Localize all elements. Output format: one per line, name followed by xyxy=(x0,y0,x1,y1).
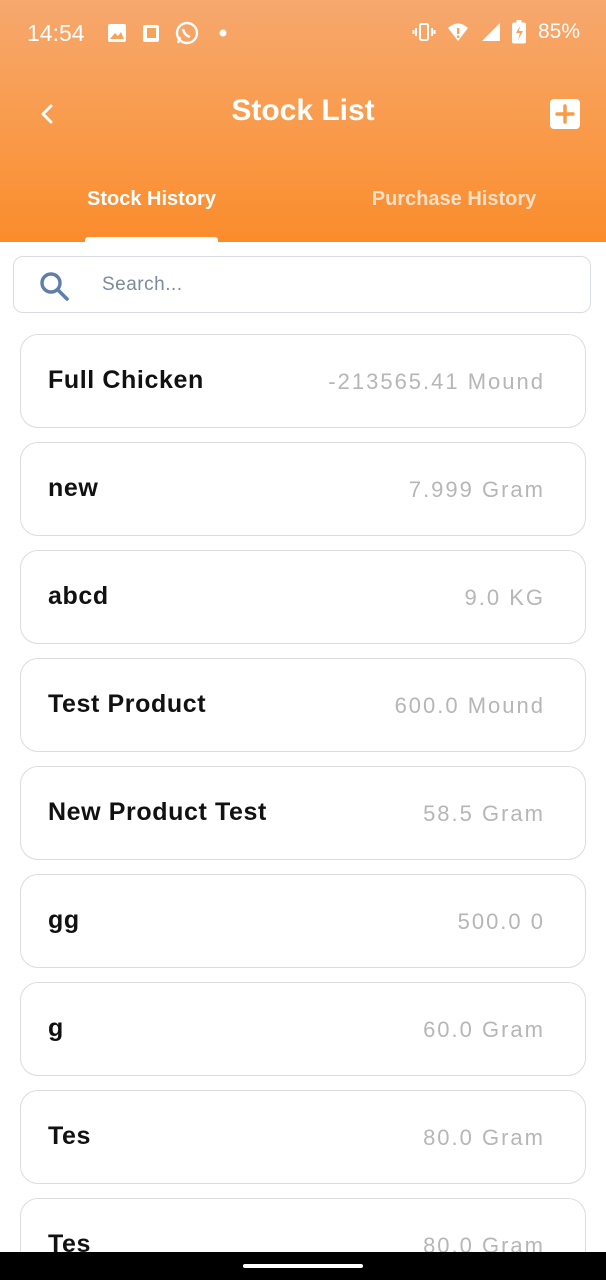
stock-list: Full Chicken -213565.41 Mound new 7.999 … xyxy=(20,334,586,1252)
stock-card[interactable]: Tes 80.0 Gram xyxy=(20,1090,586,1184)
search-input[interactable] xyxy=(100,267,574,303)
image-icon xyxy=(108,24,126,42)
clipboard-icon xyxy=(143,25,159,42)
dot-icon xyxy=(219,29,227,37)
status-bar: 14:54 85% xyxy=(0,0,606,70)
status-time: 14:54 xyxy=(27,20,85,46)
stock-item-name: gg xyxy=(48,906,80,934)
stock-card[interactable]: Tes 80.0 Gram xyxy=(20,1198,586,1252)
tab-purchase-history[interactable]: Purchase History xyxy=(362,188,546,211)
stock-item-quantity: 80.0 Gram xyxy=(423,1125,545,1150)
stock-item-quantity: 500.0 0 xyxy=(457,909,545,934)
stock-card[interactable]: g 60.0 Gram xyxy=(20,982,586,1076)
whatsapp-icon xyxy=(175,21,199,45)
stock-item-name: Tes xyxy=(48,1230,92,1252)
stock-card[interactable]: New Product Test 58.5 Gram xyxy=(20,766,586,860)
plus-square-icon xyxy=(550,99,580,129)
vibrate-icon xyxy=(412,23,436,41)
page-title: Stock List xyxy=(231,94,375,127)
search-bar xyxy=(13,256,591,313)
search-icon xyxy=(40,272,69,301)
stock-card[interactable]: Test Product 600.0 Mound xyxy=(20,658,586,752)
add-stock-button[interactable] xyxy=(549,98,581,130)
stock-item-name: Full Chicken xyxy=(48,366,204,394)
stock-item-quantity: -213565.41 Mound xyxy=(328,369,545,394)
active-tab-indicator xyxy=(85,237,218,242)
stock-item-name: g xyxy=(48,1014,64,1042)
stock-item-quantity: 9.0 KG xyxy=(464,585,545,610)
notification-icons xyxy=(106,20,234,46)
home-gesture-handle[interactable] xyxy=(243,1264,363,1268)
tab-bar: Stock History Purchase History xyxy=(0,176,606,242)
top-app-bar: Stock List xyxy=(0,84,606,144)
stock-item-quantity: 60.0 Gram xyxy=(423,1017,545,1042)
stock-item-quantity: 58.5 Gram xyxy=(423,801,545,826)
stock-item-name: Test Product xyxy=(48,690,207,718)
stock-item-quantity: 600.0 Mound xyxy=(394,693,545,718)
stock-item-quantity: 80.0 Gram xyxy=(423,1233,545,1252)
system-navigation-bar xyxy=(0,1252,606,1280)
tab-stock-history[interactable]: Stock History xyxy=(85,188,218,211)
stock-item-name: Tes xyxy=(48,1122,92,1150)
stock-item-name: New Product Test xyxy=(48,798,267,826)
app-header: 14:54 85% Stock List Stock History Purch… xyxy=(0,0,606,242)
system-icons: 85% xyxy=(412,20,580,44)
battery-icon xyxy=(511,20,526,44)
stock-card[interactable]: gg 500.0 0 xyxy=(20,874,586,968)
stock-item-quantity: 7.999 Gram xyxy=(408,477,545,502)
stock-card[interactable]: abcd 9.0 KG xyxy=(20,550,586,644)
signal-icon xyxy=(481,23,500,41)
stock-card[interactable]: Full Chicken -213565.41 Mound xyxy=(20,334,586,428)
battery-percentage: 85% xyxy=(537,20,580,43)
stock-card[interactable]: new 7.999 Gram xyxy=(20,442,586,536)
stock-item-name: new xyxy=(48,474,99,502)
stock-item-name: abcd xyxy=(48,582,109,610)
wifi-icon xyxy=(447,23,468,41)
